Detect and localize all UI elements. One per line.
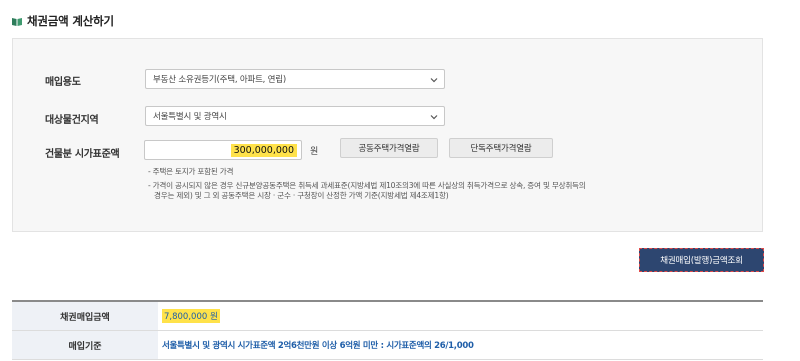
- standard-price-input[interactable]: 300,000,000: [144, 140, 302, 160]
- amount-cell: 7,800,000 원: [162, 302, 220, 330]
- note-unpublished-price-cont: 경우는 제외) 및 그 외 공동주택은 시장 · 군수 · 구청장이 산정한 가…: [154, 191, 449, 200]
- price-unit: 원: [310, 147, 319, 157]
- result-table: 채권매입금액 7,800,000 원 매입기준 서울특별시 및 광역시 시가표준…: [12, 300, 763, 360]
- page-title: 채권금액 계산하기: [27, 14, 114, 28]
- bond-amount-query-button[interactable]: 채권매입(발행)금액조회: [639, 248, 764, 272]
- amount-header: 채권매입금액: [12, 302, 158, 330]
- chevron-down-icon: [430, 113, 438, 121]
- region-select[interactable]: 서울특별시 및 광역시: [145, 106, 445, 126]
- price-label: 건물분 시가표준액: [45, 149, 120, 160]
- purpose-select-value: 부동산 소유권등기(주택, 아파트, 연립): [153, 75, 287, 85]
- basis-cell: 서울특별시 및 광역시 시가표준액 2억6천만원 이상 6억원 미만 : 시가표…: [162, 331, 474, 359]
- page-heading: 채권금액 계산하기: [12, 12, 114, 30]
- detached-housing-price-button[interactable]: 단독주택가격열람: [449, 138, 553, 158]
- note-land-included: - 주택은 토지가 포함된 가격: [148, 167, 234, 176]
- table-row: 채권매입금액 7,800,000 원: [12, 302, 763, 331]
- region-label: 대상물건지역: [45, 115, 99, 126]
- table-row: 매입기준 서울특별시 및 광역시 시가표준액 2억6천만원 이상 6억원 미만 …: [12, 331, 763, 360]
- note-unpublished-price: - 가격이 공시되지 않은 경우 신규분양공동주택은 취득세 과세표준(지방세법…: [148, 181, 586, 190]
- calculation-form: 매입용도 부동산 소유권등기(주택, 아파트, 연립) 대상물건지역 서울특별시…: [12, 38, 763, 232]
- standard-price-value: 300,000,000: [230, 143, 297, 157]
- book-icon: [12, 17, 22, 26]
- basis-header: 매입기준: [12, 331, 158, 359]
- shared-housing-price-button[interactable]: 공동주택가격열람: [340, 138, 438, 158]
- purpose-label: 매입용도: [45, 77, 81, 88]
- purchase-basis-value: 서울특별시 및 광역시 시가표준액 2억6천만원 이상 6억원 미만 : 시가표…: [162, 341, 474, 351]
- chevron-down-icon: [430, 76, 438, 84]
- region-select-value: 서울특별시 및 광역시: [153, 112, 227, 122]
- purpose-select[interactable]: 부동산 소유권등기(주택, 아파트, 연립): [145, 69, 445, 89]
- bond-amount-value: 7,800,000 원: [162, 309, 220, 323]
